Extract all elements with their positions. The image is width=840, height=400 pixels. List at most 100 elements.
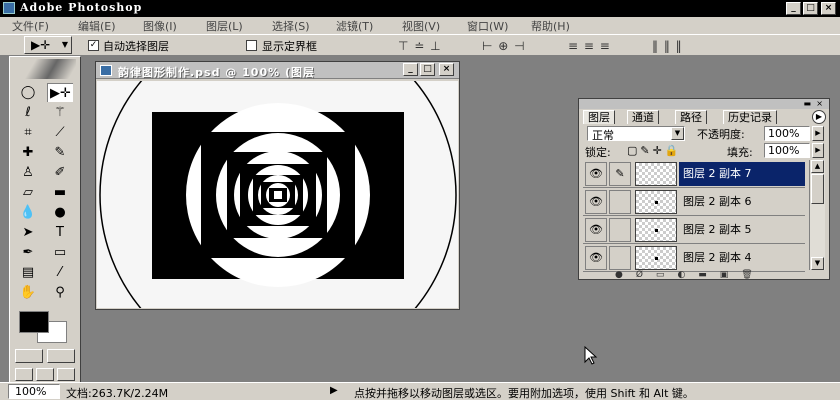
layer-row[interactable]: 👁 图层 2 副本 5 <box>583 216 805 244</box>
rectangle-tool-icon[interactable]: ▭ <box>47 243 73 262</box>
menu-image[interactable]: 图像(I) <box>143 18 177 34</box>
menu-edit[interactable]: 编辑(E) <box>78 18 116 34</box>
photoshop-icon <box>3 2 15 14</box>
link-slot[interactable] <box>609 190 631 214</box>
eye-icon[interactable]: 👁 <box>585 190 607 214</box>
document-canvas[interactable] <box>97 16 458 374</box>
link-slot[interactable] <box>609 218 631 242</box>
screen-mode-menu[interactable] <box>36 368 54 381</box>
layer-name: 图层 2 副本 5 <box>683 223 752 236</box>
align-horizontal-icons[interactable]: ⊢ ⊕ ⊣ <box>482 39 526 53</box>
document-titlebar[interactable]: 韵律图形制作.psd @ 100% (图层 _ □ × <box>96 62 459 79</box>
fill-input[interactable]: 100% <box>764 143 810 158</box>
eye-icon[interactable]: 👁 <box>585 218 607 242</box>
opacity-input[interactable]: 100% <box>764 126 810 141</box>
palette-close-icon[interactable]: × <box>816 99 823 108</box>
slice-tool-icon[interactable]: ⟋ <box>47 123 73 142</box>
minimize-button[interactable]: _ <box>786 2 801 15</box>
doc-close-button[interactable]: × <box>439 63 454 76</box>
toolbox: ◯ ▶✛ ℓ ⚚ ⌗ ⟋ ✚ ✎ ♙ ✐ ▱ ▬ 💧 ● ➤ T ✒ ▭ ▤ ⁄… <box>9 56 81 386</box>
layer-thumbnail <box>635 190 677 214</box>
screen-mode-full[interactable] <box>57 368 75 381</box>
mouse-cursor-icon <box>584 346 598 365</box>
eye-icon[interactable]: 👁 <box>585 162 607 186</box>
maximize-button[interactable]: □ <box>803 2 818 15</box>
lock-options-icons[interactable]: ▢✎✛🔒 <box>627 144 682 157</box>
eraser-tool-icon[interactable]: ▱ <box>15 183 41 202</box>
layer-name: 图层 2 副本 4 <box>683 251 752 264</box>
distribute-vertical-icons[interactable]: ≡ ≡ ≡ <box>568 39 611 53</box>
standard-mode-button[interactable] <box>15 349 43 363</box>
auto-select-checkbox[interactable]: ✓ <box>88 40 99 51</box>
pen-tool-icon[interactable]: ✒ <box>15 243 41 262</box>
brush-tool-icon[interactable]: ✎ <box>47 143 73 162</box>
quickmask-mode-button[interactable] <box>47 349 75 363</box>
tab-channels[interactable]: 通道 <box>627 110 659 124</box>
layers-scrollbar[interactable]: ▲ ▼ <box>809 160 825 270</box>
foreground-color-swatch[interactable] <box>19 311 49 333</box>
stamp-tool-icon[interactable]: ♙ <box>15 163 41 182</box>
type-tool-icon[interactable]: T <box>47 223 73 242</box>
blur-tool-icon[interactable]: 💧 <box>15 203 41 222</box>
eyedropper-icon[interactable]: ⁄ <box>47 263 73 282</box>
menu-layer[interactable]: 图层(L) <box>206 18 243 34</box>
lasso-tool-icon[interactable]: ℓ <box>15 103 41 122</box>
healing-brush-icon[interactable]: ✚ <box>15 143 41 162</box>
palette-menu-icon[interactable]: ▶ <box>812 110 826 124</box>
chevron-down-icon[interactable]: ▼ <box>671 127 684 140</box>
eye-icon[interactable]: 👁 <box>585 246 607 270</box>
path-select-icon[interactable]: ➤ <box>15 223 41 242</box>
history-brush-icon[interactable]: ✐ <box>47 163 73 182</box>
menu-window[interactable]: 窗口(W) <box>467 18 508 34</box>
menu-view[interactable]: 视图(V) <box>402 18 440 34</box>
move-tool-icon[interactable]: ▶✛ <box>47 83 73 102</box>
zoom-value: 100% <box>15 385 47 398</box>
blend-mode-select[interactable]: 正常 ▼ <box>587 126 685 142</box>
auto-select-label: 自动选择图层 <box>103 40 169 53</box>
link-slot[interactable] <box>609 246 631 270</box>
tab-layers[interactable]: 图层 <box>583 110 615 124</box>
tab-history[interactable]: 历史记录 <box>723 110 777 124</box>
zoom-field[interactable]: 100% <box>8 384 60 399</box>
menu-file[interactable]: 文件(F) <box>12 18 49 34</box>
show-bounds-checkbox[interactable] <box>246 40 257 51</box>
notes-tool-icon[interactable]: ▤ <box>15 263 41 282</box>
marquee-tool-icon[interactable]: ◯ <box>15 83 41 102</box>
scroll-thumb[interactable] <box>811 174 824 204</box>
doc-maximize-button[interactable]: □ <box>420 63 435 76</box>
scroll-down-icon[interactable]: ▼ <box>811 257 824 270</box>
close-button[interactable]: × <box>821 2 836 15</box>
fill-arrow-icon[interactable]: ▶ <box>812 143 824 158</box>
layer-row[interactable]: 👁 ✎ 图层 2 副本 7 <box>583 160 805 188</box>
magic-wand-icon[interactable]: ⚚ <box>47 103 73 122</box>
palette-minimize-icon[interactable]: ▬ <box>803 99 811 108</box>
menu-select[interactable]: 选择(S) <box>272 18 310 34</box>
brush-icon[interactable]: ✎ <box>609 162 631 186</box>
hand-tool-icon[interactable]: ✋ <box>15 283 41 302</box>
document-title: 韵律图形制作.psd @ 100% (图层 <box>118 66 315 79</box>
dodge-tool-icon[interactable]: ● <box>47 203 73 222</box>
opacity-value: 100% <box>768 127 800 140</box>
layers-bottom-bar[interactable]: ●Ø▭◐▬▣🗑 <box>579 271 829 280</box>
layer-row[interactable]: 👁 图层 2 副本 4 <box>583 244 805 272</box>
gradient-tool-icon[interactable]: ▬ <box>47 183 73 202</box>
tool-preset-picker[interactable]: ▶✛ ▼ <box>24 36 72 54</box>
layer-name: 图层 2 副本 6 <box>683 195 752 208</box>
align-vertical-icons[interactable]: ⊤ ≐ ⊥ <box>398 39 442 53</box>
zoom-tool-icon[interactable]: ⚲ <box>47 283 73 302</box>
doc-minimize-button[interactable]: _ <box>403 63 418 76</box>
crop-tool-icon[interactable]: ⌗ <box>15 123 41 142</box>
layers-palette-titlebar[interactable]: ▬ × <box>579 99 829 109</box>
menu-help[interactable]: 帮助(H) <box>531 18 570 34</box>
screen-mode-standard[interactable] <box>15 368 33 381</box>
tab-paths[interactable]: 路径 <box>675 110 707 124</box>
menu-filter[interactable]: 滤镜(T) <box>336 18 373 34</box>
layer-row[interactable]: 👁 图层 2 副本 6 <box>583 188 805 216</box>
document-icon <box>100 65 112 76</box>
opacity-arrow-icon[interactable]: ▶ <box>812 126 824 141</box>
distribute-horizontal-icons[interactable]: ‖ ‖ ‖ <box>652 39 683 53</box>
options-bar: ▶✛ ▼ ✓ 自动选择图层 显示定界框 ⊤ ≐ ⊥ ⊢ ⊕ ⊣ ≡ ≡ ≡ ‖ … <box>0 34 840 56</box>
scroll-up-icon[interactable]: ▲ <box>811 160 824 173</box>
layer-name: 图层 2 副本 7 <box>679 162 805 186</box>
play-icon[interactable]: ▶ <box>330 385 338 396</box>
